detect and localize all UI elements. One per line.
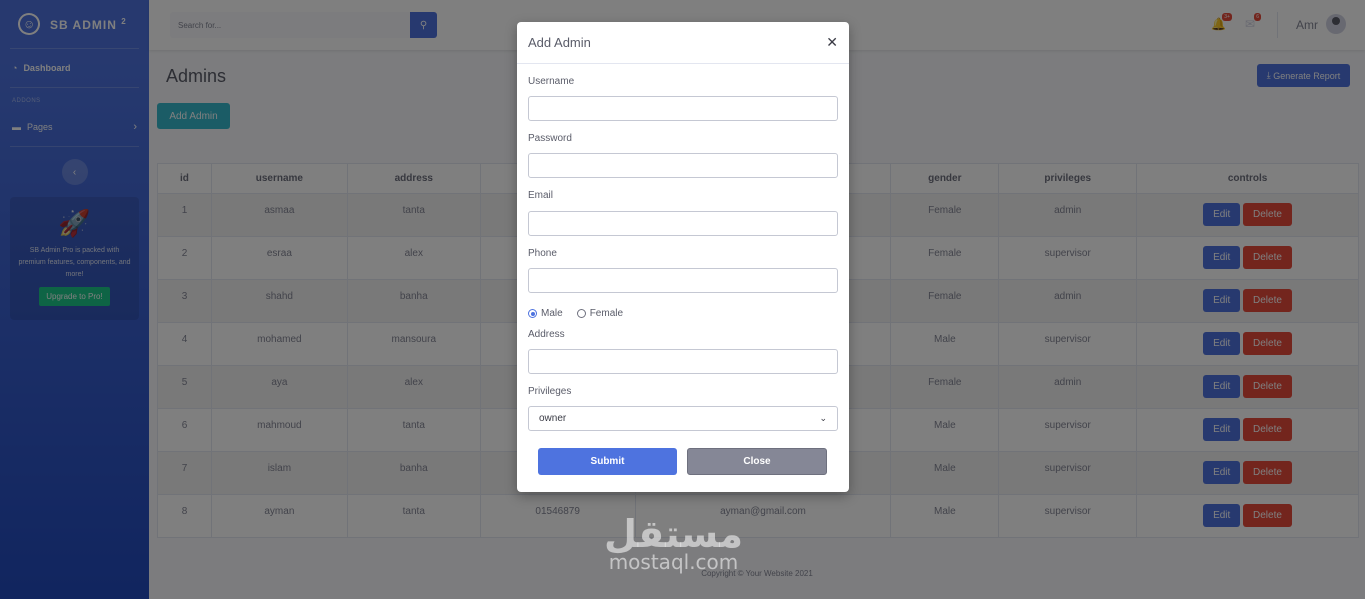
privileges-label: Privileges (528, 386, 572, 397)
male-label: Male (541, 308, 563, 319)
privileges-select[interactable]: owner ⌄ (528, 406, 838, 431)
phone-field[interactable] (528, 268, 838, 293)
male-radio[interactable] (528, 309, 537, 318)
username-field[interactable] (528, 96, 838, 121)
watermark-latin: mostaql.com (608, 550, 739, 574)
modal-title: Add Admin (528, 35, 591, 50)
female-radio[interactable] (576, 309, 586, 318)
address-label: Address (528, 329, 565, 340)
username-label: Username (528, 76, 575, 87)
watermark: مستقل mostaql.com (604, 514, 743, 574)
submit-button[interactable]: Submit (538, 448, 677, 475)
watermark-arabic: مستقل (604, 512, 743, 556)
email-field[interactable] (528, 211, 838, 236)
close-icon[interactable]: ✕ (826, 34, 838, 51)
female-label: Female (589, 308, 624, 319)
chevron-down-icon: ⌄ (819, 413, 827, 423)
password-label: Password (528, 133, 572, 144)
email-label: Email (528, 190, 554, 201)
gender-radio-group: Male Female (528, 308, 623, 319)
privileges-selected-value: owner (539, 413, 567, 424)
add-admin-modal: Add Admin ✕ Username Password Email Phon… (517, 22, 849, 492)
password-field[interactable] (528, 153, 838, 178)
close-button[interactable]: Close (687, 448, 827, 475)
phone-label: Phone (528, 248, 557, 259)
address-field[interactable] (528, 349, 838, 374)
modal-header: Add Admin ✕ (517, 22, 849, 64)
